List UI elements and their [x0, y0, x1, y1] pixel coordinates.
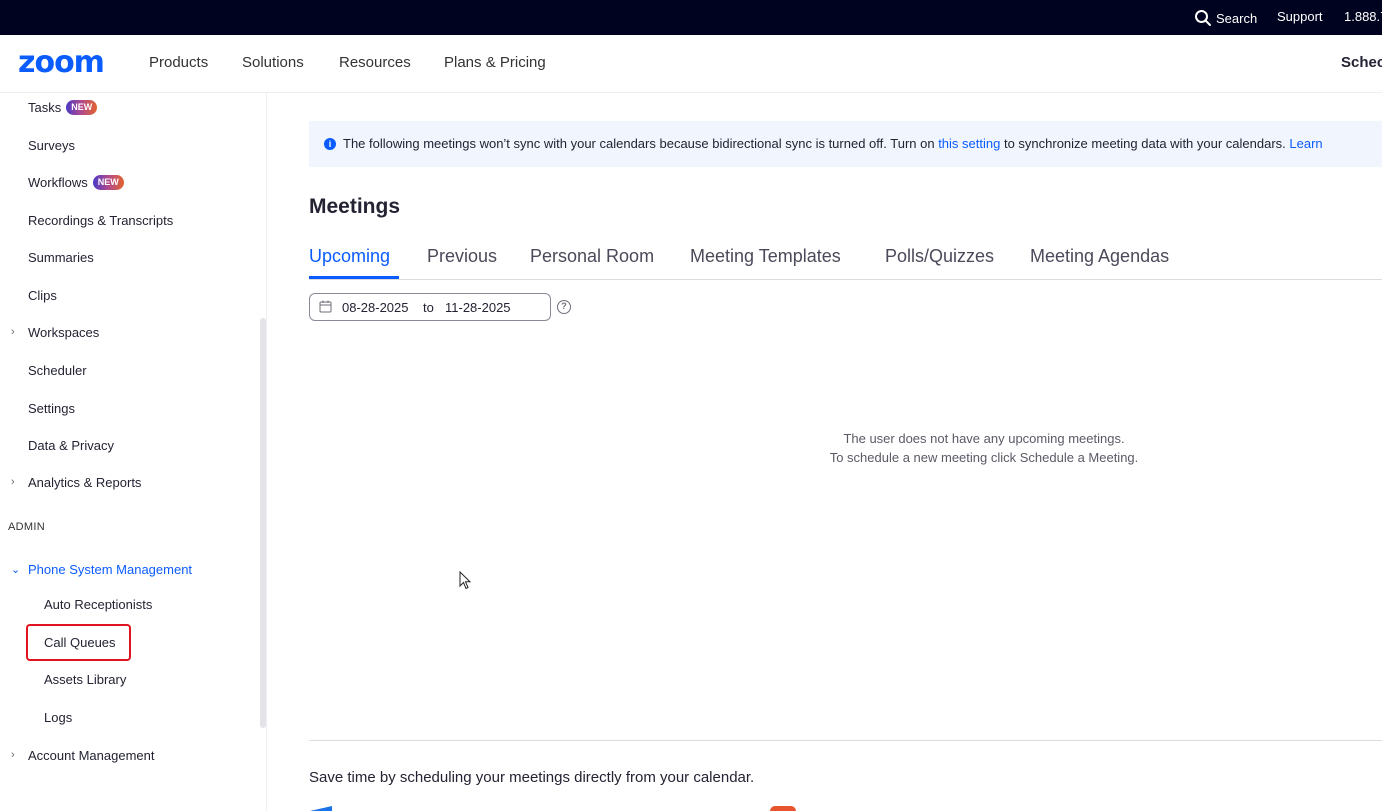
search-label: Search	[1216, 10, 1258, 26]
sidebar-item-label: Workspaces	[28, 325, 100, 340]
sidebar-item-label: Auto Receptionists	[44, 597, 153, 612]
new-badge: NEW	[66, 100, 98, 115]
chevron-right-icon[interactable]: ›	[11, 326, 15, 338]
sidebar-item-assets-library[interactable]: Assets Library	[44, 672, 126, 687]
active-tab-indicator	[309, 276, 399, 279]
sidebar-item-label: Surveys	[28, 138, 75, 153]
sync-notice-banner: i The following meetings won’t sync with…	[309, 121, 1382, 167]
sidebar-item-recordings[interactable]: Recordings & Transcripts	[28, 213, 173, 228]
nav-products[interactable]: Products	[149, 54, 208, 71]
search-button[interactable]: Search	[1194, 9, 1257, 27]
calendar-app-icon[interactable]	[770, 806, 796, 811]
zoom-logo[interactable]: zoom	[18, 48, 105, 78]
sidebar-item-label: Scheduler	[28, 363, 87, 378]
search-icon	[1195, 10, 1211, 26]
main-navigation: zoom Products Solutions Resources Plans …	[0, 35, 1382, 93]
phone-number-link[interactable]: 1.888.7	[1344, 9, 1382, 24]
info-icon: i	[324, 138, 336, 150]
sidebar-item-label: Account Management	[28, 748, 155, 763]
sidebar-scrollbar[interactable]	[260, 318, 266, 728]
sidebar-item-label: Phone System Management	[28, 562, 193, 577]
support-link[interactable]: Support	[1277, 9, 1323, 24]
meetings-tabs: Upcoming Previous Personal Room Meeting …	[309, 244, 1382, 280]
schedule-meeting-link[interactable]: Schec	[1341, 54, 1382, 71]
sidebar-item-label: Tasks	[28, 100, 62, 115]
sidebar-item-label: Recordings & Transcripts	[28, 213, 174, 228]
date-to-label: to	[423, 300, 434, 315]
sidebar-item-summaries[interactable]: Summaries	[28, 250, 94, 265]
sidebar-item-label: Settings	[28, 401, 75, 416]
sidebar-item-clips[interactable]: Clips	[28, 288, 57, 303]
notice-text: The following meetings won’t sync with y…	[343, 136, 1323, 151]
sidebar-item-label: Data & Privacy	[28, 438, 114, 453]
notice-text-part: The following meetings won’t sync with y…	[343, 136, 939, 151]
nav-solutions[interactable]: Solutions	[242, 54, 304, 71]
sidebar-item-tasks[interactable]: Tasks NEW	[28, 100, 98, 115]
admin-section-heading: ADMIN	[8, 521, 45, 533]
sidebar-item-logs[interactable]: Logs	[44, 710, 72, 725]
tab-meeting-agendas[interactable]: Meeting Agendas	[1030, 246, 1169, 267]
sidebar-item-workflows[interactable]: Workflows NEW	[28, 175, 124, 190]
nav-plans-pricing[interactable]: Plans & Pricing	[444, 54, 546, 71]
tab-polls-quizzes[interactable]: Polls/Quizzes	[885, 246, 994, 267]
page-title: Meetings	[309, 195, 401, 218]
notice-text-part: to synchronize meeting data with your ca…	[1000, 136, 1290, 151]
new-badge: NEW	[92, 175, 124, 190]
sidebar-item-settings[interactable]: Settings	[28, 401, 75, 416]
this-setting-link[interactable]: this setting	[938, 136, 1000, 151]
sidebar-item-data-privacy[interactable]: Data & Privacy	[28, 438, 114, 453]
sidebar-item-surveys[interactable]: Surveys	[28, 138, 75, 153]
tab-meeting-templates[interactable]: Meeting Templates	[690, 246, 841, 267]
empty-state-line: The user does not have any upcoming meet…	[843, 431, 1125, 446]
empty-state-message: The user does not have any upcoming meet…	[760, 429, 1208, 467]
section-divider	[309, 740, 1382, 741]
sidebar-item-account-management[interactable]: Account Management	[28, 748, 154, 763]
empty-state-line: To schedule a new meeting click Schedule…	[829, 450, 1139, 465]
calendar-integration-text: Save time by scheduling your meetings di…	[309, 769, 755, 786]
mouse-cursor-icon	[459, 571, 472, 590]
help-icon[interactable]: ?	[557, 300, 571, 314]
date-range-picker[interactable]: 08-28-2025 to 11-28-2025	[309, 293, 551, 321]
sidebar-item-scheduler[interactable]: Scheduler	[28, 363, 87, 378]
sidebar-item-label: Analytics & Reports	[28, 475, 142, 490]
calendar-app-icon[interactable]	[310, 806, 332, 811]
sidebar-item-analytics-reports[interactable]: Analytics & Reports	[28, 475, 141, 490]
sidebar: Tasks NEW Surveys Workflows NEW Recordin…	[0, 93, 267, 811]
chevron-down-icon[interactable]: ⌄	[11, 563, 20, 576]
sidebar-item-label: Clips	[28, 288, 57, 303]
sidebar-item-label: Workflows	[28, 175, 88, 190]
learn-more-link[interactable]: Learn	[1289, 136, 1322, 151]
sidebar-item-phone-system-management[interactable]: Phone System Management	[28, 562, 192, 577]
top-utility-bar: Search Support 1.888.7	[0, 0, 1382, 35]
calendar-icon	[319, 300, 332, 313]
date-from[interactable]: 08-28-2025	[342, 300, 409, 315]
sidebar-item-label: Logs	[44, 710, 73, 725]
tab-personal-room[interactable]: Personal Room	[530, 246, 654, 267]
chevron-right-icon[interactable]: ›	[11, 749, 15, 761]
tab-previous[interactable]: Previous	[427, 246, 497, 267]
sidebar-item-label: Summaries	[28, 250, 94, 265]
nav-resources[interactable]: Resources	[339, 54, 411, 71]
chevron-right-icon[interactable]: ›	[11, 476, 15, 488]
call-queues-highlight-box	[26, 624, 131, 661]
tab-upcoming[interactable]: Upcoming	[309, 246, 390, 267]
sidebar-item-workspaces[interactable]: Workspaces	[28, 325, 99, 340]
date-to[interactable]: 11-28-2025	[445, 300, 511, 315]
sidebar-item-label: Assets Library	[44, 672, 127, 687]
sidebar-item-auto-receptionists[interactable]: Auto Receptionists	[44, 597, 152, 612]
